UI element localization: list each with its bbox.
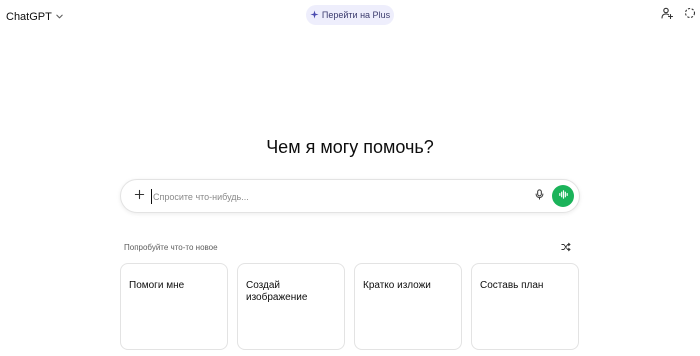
voice-mode-button[interactable] bbox=[552, 185, 574, 207]
shuffle-button[interactable] bbox=[558, 240, 574, 256]
temporary-chat-icon bbox=[684, 6, 696, 24]
attach-button[interactable] bbox=[131, 188, 147, 204]
model-switcher[interactable]: ChatGPT bbox=[6, 8, 64, 26]
add-person-icon bbox=[661, 6, 674, 24]
suggestion-cards: Помоги мне Создай изображение Кратко изл… bbox=[120, 263, 580, 351]
prompt-input[interactable] bbox=[151, 189, 521, 204]
page-heading: Чем я могу помочь? bbox=[266, 137, 434, 157]
suggestion-card-make-plan[interactable]: Составь план bbox=[471, 263, 579, 350]
suggestion-card-create-image[interactable]: Создай изображение bbox=[237, 263, 345, 350]
chevron-down-icon bbox=[55, 8, 64, 26]
add-person-button[interactable] bbox=[659, 7, 675, 23]
composer bbox=[120, 179, 580, 213]
suggestion-card-help[interactable]: Помоги мне bbox=[120, 263, 228, 350]
suggestion-card-label: Кратко изложи bbox=[363, 280, 431, 291]
top-bar: ChatGPT Перейти на Plus bbox=[0, 0, 700, 32]
suggestion-card-summarize[interactable]: Кратко изложи bbox=[354, 263, 462, 350]
sparkle-icon bbox=[310, 6, 319, 24]
sound-wave-icon bbox=[558, 187, 569, 205]
shuffle-icon bbox=[561, 239, 571, 257]
microphone-icon bbox=[534, 187, 545, 205]
suggestions-title: Попробуйте что-то новое bbox=[124, 243, 218, 252]
dictate-button[interactable] bbox=[531, 188, 547, 204]
upgrade-plus-button[interactable]: Перейти на Plus bbox=[306, 5, 394, 25]
suggestion-card-label: Создай изображение bbox=[246, 280, 308, 303]
temporary-chat-button[interactable] bbox=[682, 7, 698, 23]
plus-icon bbox=[134, 187, 145, 205]
suggestion-card-label: Составь план bbox=[480, 280, 544, 291]
suggestion-card-label: Помоги мне bbox=[129, 280, 185, 291]
model-name: ChatGPT bbox=[6, 11, 52, 23]
upgrade-label: Перейти на Plus bbox=[321, 10, 391, 20]
